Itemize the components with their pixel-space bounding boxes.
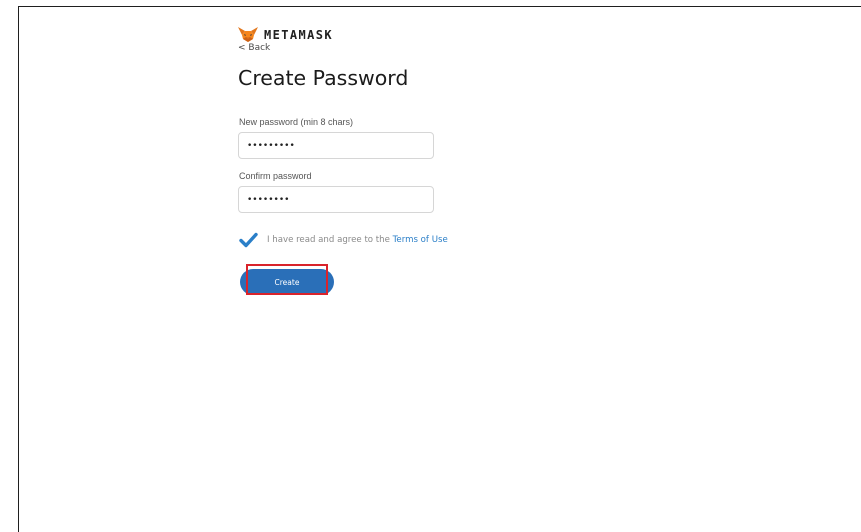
new-password-label: New password (min 8 chars) [239,117,354,127]
confirm-password-input[interactable] [238,186,434,213]
metamask-fox-icon [238,27,258,42]
create-button[interactable]: Create [240,269,334,295]
confirm-password-label: Confirm password [239,171,312,181]
page-title: Create Password [238,66,409,90]
terms-agreement-text: I have read and agree to the Terms of Us… [267,235,448,245]
terms-agreement-row: I have read and agree to the Terms of Us… [239,231,448,249]
brand-wordmark: METAMASK [264,28,333,42]
terms-of-use-link[interactable]: Terms of Use [393,235,448,245]
terms-checkbox-checked-icon[interactable] [239,231,258,249]
brand-header: METAMASK [238,27,333,43]
terms-agreement-prefix: I have read and agree to the [267,235,393,245]
back-link[interactable]: < Back [238,43,270,53]
window-frame [18,6,861,532]
new-password-input[interactable] [238,132,434,159]
